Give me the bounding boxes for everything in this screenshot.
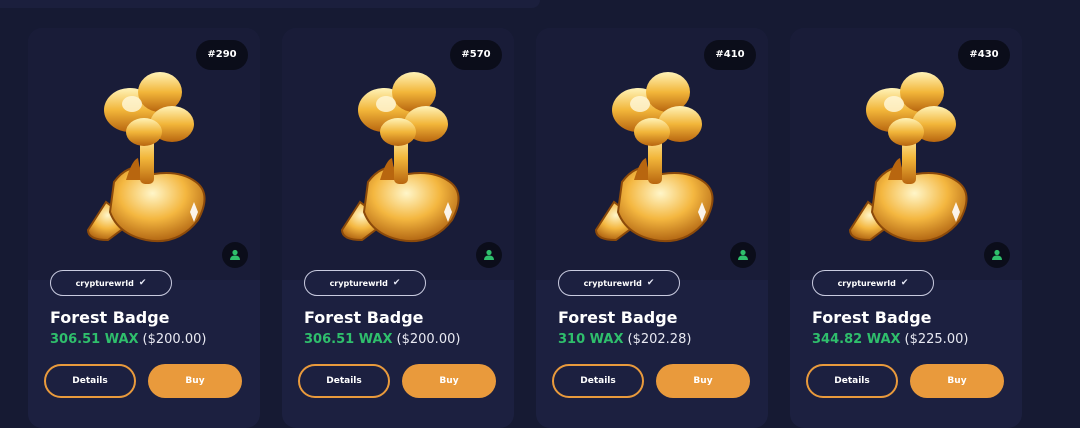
- buy-button[interactable]: Buy: [656, 364, 750, 398]
- price-wax: 306.51 WAX: [304, 332, 393, 347]
- check-icon: ✔: [138, 278, 147, 288]
- golden-tree-egg-icon: [86, 72, 206, 242]
- price-usd: ($200.00): [142, 332, 207, 347]
- price-wax: 306.51 WAX: [50, 332, 139, 347]
- collection-link[interactable]: crypturewrld ✔: [304, 270, 426, 296]
- nft-media[interactable]: #570: [282, 28, 514, 280]
- details-button[interactable]: Details: [44, 364, 136, 398]
- nft-title: Forest Badge: [50, 308, 170, 327]
- buy-button[interactable]: Buy: [910, 364, 1004, 398]
- nft-card[interactable]: #410 crypturewrld ✔ Forest Badge 310 WAX…: [536, 28, 768, 428]
- price-usd: ($225.00): [904, 332, 969, 347]
- owner-button[interactable]: [476, 242, 502, 268]
- owner-button[interactable]: [730, 242, 756, 268]
- price-row: 310 WAX ($202.28): [558, 332, 691, 347]
- collection-link[interactable]: crypturewrld ✔: [558, 270, 680, 296]
- price-wax: 344.82 WAX: [812, 332, 901, 347]
- nft-card[interactable]: #430 crypturewrld ✔ Forest Badge 344.82 …: [790, 28, 1022, 428]
- price-row: 306.51 WAX ($200.00): [50, 332, 206, 347]
- price-usd: ($202.28): [627, 332, 692, 347]
- golden-tree-egg-icon: [848, 72, 968, 242]
- mint-number-badge: #430: [958, 40, 1010, 70]
- nft-media[interactable]: #410: [536, 28, 768, 280]
- mint-number-badge: #410: [704, 40, 756, 70]
- user-icon: [992, 249, 1002, 260]
- check-icon: ✔: [646, 278, 655, 288]
- user-icon: [230, 249, 240, 260]
- nft-title: Forest Badge: [304, 308, 424, 327]
- mint-number-badge: #290: [196, 40, 248, 70]
- price-row: 306.51 WAX ($200.00): [304, 332, 460, 347]
- nft-title: Forest Badge: [812, 308, 932, 327]
- price-wax: 310 WAX: [558, 332, 624, 347]
- mint-number-badge: #570: [450, 40, 502, 70]
- price-row: 344.82 WAX ($225.00): [812, 332, 968, 347]
- nft-media[interactable]: #430: [790, 28, 1022, 280]
- nft-title: Forest Badge: [558, 308, 678, 327]
- nft-media[interactable]: #290: [28, 28, 260, 280]
- check-icon: ✔: [392, 278, 401, 288]
- collection-link[interactable]: crypturewrld ✔: [50, 270, 172, 296]
- check-icon: ✔: [900, 278, 909, 288]
- nft-card[interactable]: #290 crypturewrld ✔ Forest Badge 306.51 …: [28, 28, 260, 428]
- buy-button[interactable]: Buy: [148, 364, 242, 398]
- golden-tree-egg-icon: [340, 72, 460, 242]
- collection-name: crypturewrld: [583, 278, 642, 288]
- nft-card[interactable]: #570 crypturewrld ✔ Forest Badge 306.51 …: [282, 28, 514, 428]
- details-button[interactable]: Details: [806, 364, 898, 398]
- collection-name: crypturewrld: [329, 278, 388, 288]
- user-icon: [484, 249, 494, 260]
- owner-button[interactable]: [222, 242, 248, 268]
- collection-link[interactable]: crypturewrld ✔: [812, 270, 934, 296]
- buy-button[interactable]: Buy: [402, 364, 496, 398]
- details-button[interactable]: Details: [298, 364, 390, 398]
- collection-name: crypturewrld: [75, 278, 134, 288]
- nft-listing-grid: #290 crypturewrld ✔ Forest Badge 306.51 …: [0, 0, 1080, 428]
- golden-tree-egg-icon: [594, 72, 714, 242]
- price-usd: ($200.00): [396, 332, 461, 347]
- collection-name: crypturewrld: [837, 278, 896, 288]
- details-button[interactable]: Details: [552, 364, 644, 398]
- owner-button[interactable]: [984, 242, 1010, 268]
- user-icon: [738, 249, 748, 260]
